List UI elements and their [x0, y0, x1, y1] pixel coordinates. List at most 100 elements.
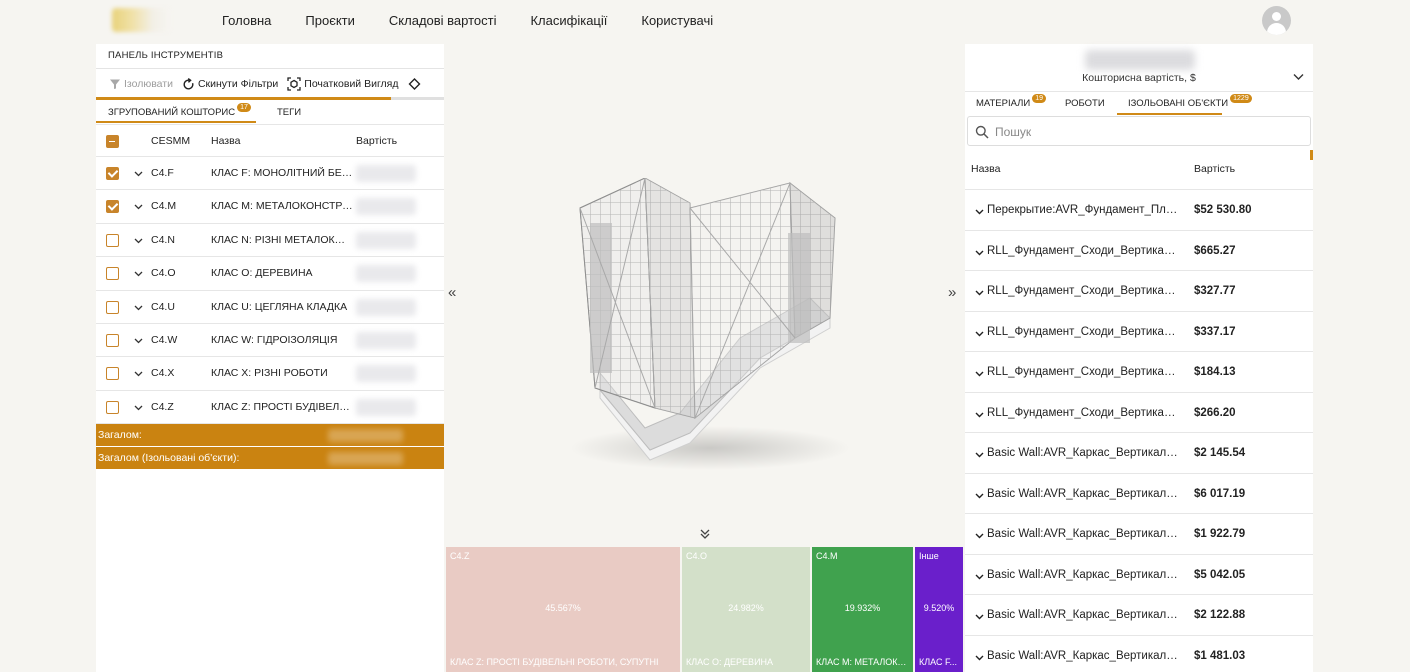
toolbar-panel: ПАНЕЛЬ ІНСТРУМЕНТІВ Ізолювати Скинути Фі… [96, 44, 444, 672]
tab-materials[interactable]: МАТЕРІАЛИ 19 [976, 94, 1047, 109]
chevron-down-icon[interactable] [975, 287, 984, 299]
nav-item-cost-components[interactable]: Складові вартості [389, 13, 497, 28]
treemap-tile-other[interactable]: Інше 9.520% КЛАС F... [915, 547, 963, 672]
row-code: C4.U [151, 300, 175, 313]
chevron-down-icon[interactable] [975, 490, 984, 502]
chevron-down-icon[interactable] [134, 168, 143, 180]
table-row[interactable]: Перекрытие:AVR_Фундамент_Плита $52 530.80 [965, 190, 1313, 231]
nav-item-projects[interactable]: Проєкти [305, 13, 355, 28]
object-name: Basic Wall:AVR_Каркас_Вертикальний [987, 487, 1182, 500]
chevron-down-icon[interactable] [975, 571, 984, 583]
table-row[interactable]: C4.N КЛАС N: РІЗНІ МЕТАЛОКОНСТРУКЦІЇ [96, 224, 444, 258]
row-checkbox[interactable] [106, 367, 119, 381]
row-checkbox[interactable] [106, 233, 119, 247]
table-row[interactable]: C4.F КЛАС F: МОНОЛІТНИЙ БЕТОН [96, 157, 444, 191]
object-cost: $1 481.03 [1194, 649, 1246, 662]
row-code: C4.F [151, 167, 174, 179]
cost-label: Кошторисна вартість, $ [1082, 72, 1196, 84]
table-row[interactable]: RLL_Фундамент_Сходи_Вертикальні $665.27 [965, 231, 1313, 271]
row-checkbox[interactable] [106, 167, 119, 180]
tab-works[interactable]: РОБОТИ [1065, 98, 1105, 109]
table-row[interactable]: Basic Wall:AVR_Каркас_Вертикальний $1 481… [965, 636, 1313, 672]
table-row[interactable]: C4.M КЛАС M: МЕТАЛОКОНСТРУКЦІЇ [96, 190, 444, 224]
row-name: КЛАС U: ЦЕГЛЯНА КЛАДКА [211, 300, 348, 313]
row-cost-redacted [356, 398, 416, 416]
tab-tags[interactable]: ТЕГИ [277, 107, 301, 118]
chevron-down-icon[interactable] [134, 335, 143, 347]
chevron-down-icon[interactable] [975, 247, 984, 259]
table-row[interactable]: C4.Z КЛАС Z: ПРОСТІ БУДІВЕЛЬНІ РОБОТИ [96, 391, 444, 425]
tab-isolated-objects[interactable]: ІЗОЛЬОВАНІ ОБ'ЄКТИ 1229 [1128, 94, 1252, 109]
chevron-down-icon[interactable] [975, 530, 984, 542]
initial-view-label: Початковий Вигляд [304, 78, 399, 90]
treemap-tile-c4m[interactable]: C4.M 19.932% КЛАС M: МЕТАЛОКОНСТРУКЦІЇ [812, 547, 913, 672]
treemap-tile-code: C4.O [686, 551, 708, 561]
table-row[interactable]: RLL_Фундамент_Сходи_Вертикальні $184.13 [965, 352, 1313, 393]
collapse-right-panel-icon[interactable]: » [948, 284, 956, 301]
isolate-label: Ізолювати [124, 78, 173, 90]
reset-filters-button[interactable]: Скинути Фільтри [182, 77, 278, 91]
initial-view-button[interactable]: Початковий Вигляд [287, 77, 399, 91]
treemap-tile-c4z[interactable]: C4.Z 45.567% КЛАС Z: ПРОСТІ БУДІВЕЛЬНІ Р… [446, 547, 680, 672]
search-box [967, 116, 1311, 146]
scrollbar-thumb[interactable] [1310, 150, 1313, 160]
table-row[interactable]: Basic Wall:AVR_Каркас_Вертикальний $5 042… [965, 555, 1313, 595]
chevron-down-icon[interactable] [134, 402, 143, 414]
row-checkbox[interactable] [106, 267, 119, 281]
row-code: C4.W [151, 334, 178, 346]
more-tools-button[interactable] [408, 77, 424, 91]
tab-works-label: РОБОТИ [1065, 98, 1105, 109]
toolbar-scrollbar[interactable] [96, 97, 444, 100]
table-row[interactable]: C4.W КЛАС W: ГІДРОІЗОЛЯЦІЯ [96, 324, 444, 358]
table-row[interactable]: Basic Wall:AVR_Каркас_Вертикальний $2 122… [965, 595, 1313, 636]
isolate-button[interactable]: Ізолювати [109, 78, 173, 90]
3d-building-model[interactable] [560, 178, 865, 478]
table-row[interactable]: C4.O КЛАС O: ДЕРЕВИНА [96, 257, 444, 291]
chevron-down-icon[interactable] [975, 652, 984, 664]
object-name: RLL_Фундамент_Сходи_Вертикальні [987, 244, 1182, 257]
table-row[interactable]: Basic Wall:AVR_Каркас_Вертикальний $6 017… [965, 474, 1313, 514]
table-row[interactable]: C4.U КЛАС U: ЦЕГЛЯНА КЛАДКА [96, 291, 444, 324]
collapse-left-panel-icon[interactable]: « [448, 284, 456, 301]
chevron-down-icon[interactable] [975, 206, 984, 218]
logo[interactable] [112, 8, 170, 32]
treemap-tile-label: КЛАС Z: ПРОСТІ БУДІВЕЛЬНІ РОБОТИ, СУПУТН… [450, 657, 659, 667]
nav-item-home[interactable]: Головна [222, 13, 271, 28]
table-row[interactable]: RLL_Фундамент_Сходи_Вертикальні $266.20 [965, 393, 1313, 433]
table-row[interactable]: Basic Wall:AVR_Каркас_Вертикальний $1 922… [965, 514, 1313, 555]
table-row[interactable]: Basic Wall:AVR_Каркас_Вертикальний $2 145… [965, 433, 1313, 474]
chevron-down-icon[interactable] [134, 302, 143, 314]
expand-bottom-panel-icon[interactable] [699, 528, 711, 540]
treemap-tile-c4o[interactable]: C4.O 24.982% КЛАС O: ДЕРЕВИНА [682, 547, 810, 672]
select-all-checkbox[interactable] [106, 135, 119, 148]
object-name: Basic Wall:AVR_Каркас_Вертикальний [987, 609, 1182, 621]
nav-item-classifications[interactable]: Класифікації [530, 13, 607, 28]
row-checkbox[interactable] [106, 300, 119, 314]
table-row[interactable]: C4.X КЛАС X: РІЗНІ РОБОТИ [96, 357, 444, 391]
chevron-down-icon[interactable] [975, 611, 984, 623]
chevron-down-icon[interactable] [1293, 73, 1304, 81]
treemap-tile-label: КЛАС F... [919, 657, 957, 667]
row-code: C4.Z [151, 400, 174, 413]
divider [96, 68, 444, 69]
chevron-down-icon[interactable] [134, 368, 143, 380]
chevron-down-icon[interactable] [975, 449, 984, 461]
nav-item-users[interactable]: Користувачі [641, 13, 713, 28]
row-checkbox[interactable] [106, 200, 119, 214]
total-label: Загалом: [98, 429, 142, 441]
table-row[interactable]: RLL_Фундамент_Сходи_Вертикальні $337.17 [965, 312, 1313, 352]
row-checkbox[interactable] [106, 334, 119, 347]
chevron-down-icon[interactable] [975, 328, 984, 340]
tab-grouped-estimate[interactable]: ЗГРУПОВАНИЙ КОШТОРИС 17 [108, 103, 251, 118]
chevron-down-icon[interactable] [134, 201, 143, 213]
chevron-down-icon[interactable] [134, 268, 143, 280]
object-name: Basic Wall:AVR_Каркас_Вертикальний [987, 528, 1182, 540]
chevron-down-icon[interactable] [975, 409, 984, 421]
search-input[interactable] [995, 123, 1295, 140]
table-row[interactable]: RLL_Фундамент_Сходи_Вертикальні $327.77 [965, 271, 1313, 312]
user-avatar-icon[interactable] [1262, 6, 1291, 35]
chevron-down-icon[interactable] [134, 235, 143, 247]
chevron-down-icon[interactable] [975, 368, 984, 380]
row-checkbox[interactable] [106, 400, 119, 414]
object-name: RLL_Фундамент_Сходи_Вертикальні [987, 366, 1182, 378]
